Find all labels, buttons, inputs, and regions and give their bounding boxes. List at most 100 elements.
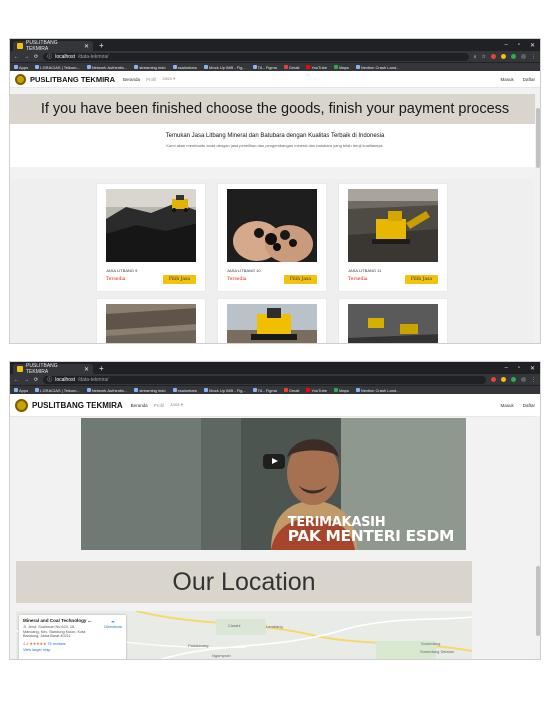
nav-beranda[interactable]: Beranda (131, 403, 148, 408)
bookmark-item[interactable]: Network Authentic... (86, 65, 127, 70)
extension-icon[interactable] (511, 377, 516, 382)
bookmark-item[interactable]: Gmail (283, 65, 299, 70)
bookmark-item[interactable]: YouTube (306, 388, 327, 393)
product-image-mine-excavator[interactable] (348, 189, 438, 262)
map-rating: 4.4 ★★★★★ 75 reviews (23, 642, 66, 647)
reviews-link[interactable]: 75 reviews (47, 642, 65, 646)
availability-status: Tersedia (348, 277, 368, 282)
play-icon[interactable] (263, 454, 285, 469)
bookmark-item[interactable]: streaming indo (134, 65, 166, 70)
product-image-bulldozer[interactable] (227, 304, 317, 343)
tab-title: PUSLITBANG TEKMIRA (25, 363, 58, 375)
bookmark-item[interactable]: TA - Figma (252, 388, 277, 393)
product-image-excavators-night[interactable] (348, 304, 438, 343)
extension-icon[interactable] (501, 377, 506, 382)
bookmark-item[interactable]: TA - Figma (252, 65, 277, 70)
browser-tab[interactable]: PUSLITBANG TEKMIRA ✕ (13, 363, 93, 375)
menu-icon[interactable]: ⋮ (531, 377, 536, 383)
back-icon[interactable]: ← (14, 54, 19, 60)
map-place-label: Sumedang Selatan (420, 649, 455, 654)
brand-name[interactable]: PUSLITBANG TEKMIRA (32, 401, 123, 410)
bookmark-apps[interactable]: Apps (14, 388, 28, 393)
bookmark-item[interactable]: Network Authentic... (86, 388, 127, 393)
extension-icon[interactable] (511, 54, 516, 59)
bookmark-item[interactable]: Gmail (283, 388, 299, 393)
directions-button[interactable]: ➦ Directions (104, 619, 122, 629)
address-bar[interactable]: ⓘ localhost/data-tekmira/ (43, 52, 469, 61)
bookmark-item[interactable]: Nextion Crash Land... (355, 388, 400, 393)
nav-profil[interactable]: Profil (146, 77, 156, 82)
tab-favicon-icon (17, 366, 23, 372)
new-tab-icon[interactable]: + (99, 41, 104, 50)
embedded-google-map[interactable]: Cimahi Lembang Padalarang Ngamprah Sumed… (16, 611, 472, 659)
nav-jasa-dropdown[interactable]: Jasa ▾ (170, 402, 183, 408)
profile-avatar[interactable] (521, 54, 526, 59)
reload-icon[interactable]: ⟳ (34, 377, 38, 383)
tab-close-icon[interactable]: ✕ (84, 366, 89, 373)
video-caption: TERIMAKASIH PAK MENTERI ESDM (287, 516, 455, 545)
nav-profil[interactable]: Profil (154, 403, 164, 408)
bookmark-item[interactable]: Mock Up IMB - Fig... (204, 388, 246, 393)
pilih-jasa-button[interactable]: Pilih Jasa (162, 275, 196, 284)
bookmark-item[interactable]: I-GRACIAS | Telkom... (35, 388, 80, 393)
product-image-open-pit[interactable] (106, 304, 196, 343)
bookmark-item[interactable]: Maps (334, 388, 349, 393)
back-icon[interactable]: ← (14, 377, 19, 383)
pilih-jasa-button[interactable]: Pilih Jasa (283, 275, 317, 284)
nav-jasa-dropdown[interactable]: Jasa ▾ (162, 76, 175, 82)
extension-icon[interactable] (501, 54, 506, 59)
product-image-coal-hands[interactable] (227, 189, 317, 262)
forward-icon[interactable]: → (24, 377, 29, 383)
maximize-icon[interactable]: ▫ (518, 365, 520, 372)
minimize-icon[interactable]: – (504, 42, 507, 49)
minimize-icon[interactable]: – (504, 365, 507, 372)
url-host: localhost (55, 53, 75, 60)
extension-icon[interactable] (491, 54, 496, 59)
tekmira-logo[interactable] (15, 398, 28, 412)
new-tab-icon[interactable]: + (99, 364, 104, 373)
scrollbar-thumb[interactable] (535, 108, 540, 168)
brand-name[interactable]: PUSLITBANG TEKMIRA (30, 75, 115, 84)
page-scrollbar[interactable] (535, 88, 540, 343)
screenshot-home-page: PUSLITBANG TEKMIRA ✕ + – ▫ ✕ ← → ⟳ ⓘ loc… (9, 361, 541, 660)
pilih-jasa-button[interactable]: Pilih Jasa (404, 275, 438, 284)
product-image-coal-pile[interactable] (106, 189, 196, 262)
search-icon[interactable]: ⌕ (474, 54, 477, 60)
bookmark-item[interactable]: Nextion Crash Land... (355, 65, 400, 70)
bookmark-item[interactable]: YouTube (306, 65, 327, 70)
bookmark-item[interactable]: Maps (334, 65, 349, 70)
browser-tab-bar: PUSLITBANG TEKMIRA ✕ + – ▫ ✕ (10, 362, 540, 375)
bookmark-item[interactable]: streaming indo (134, 388, 166, 393)
bookmark-item[interactable]: xsalonbaru (172, 388, 197, 393)
view-larger-map-link[interactable]: View larger map (23, 648, 122, 652)
nav-beranda[interactable]: Beranda (123, 77, 140, 82)
video-caption-line-2: PAK MENTERI ESDM (287, 527, 455, 545)
extension-icon[interactable] (491, 377, 496, 382)
page-scrollbar[interactable] (535, 416, 540, 659)
forward-icon[interactable]: → (24, 54, 29, 60)
daftar-link[interactable]: Daftar (523, 403, 535, 408)
tekmira-logo[interactable] (15, 73, 26, 85)
profile-avatar[interactable] (521, 377, 526, 382)
bookmarks-bar: Apps I-GRACIAS | Telkom... Network Authe… (10, 385, 540, 394)
menu-icon[interactable]: ⋮ (531, 54, 536, 60)
youtube-video-player[interactable]: TERIMAKASIH PAK MENTERI ESDM (81, 418, 466, 550)
masuk-link[interactable]: Masuk (500, 77, 513, 82)
address-bar[interactable]: ⓘ localhost/data-tekmira/ (43, 375, 486, 384)
scrollbar-thumb[interactable] (535, 566, 540, 636)
bookmark-item[interactable]: I-GRACIAS | Telkom... (35, 65, 80, 70)
star-icon[interactable]: ☆ (482, 54, 486, 60)
masuk-link[interactable]: Masuk (500, 403, 513, 408)
close-window-icon[interactable]: ✕ (530, 365, 535, 372)
close-window-icon[interactable]: ✕ (530, 42, 535, 49)
reload-icon[interactable]: ⟳ (34, 54, 38, 60)
bookmark-item[interactable]: xsalonbaru (172, 65, 197, 70)
tab-close-icon[interactable]: ✕ (84, 43, 89, 50)
bookmark-apps[interactable]: Apps (14, 65, 28, 70)
browser-toolbar: ← → ⟳ ⓘ localhost/data-tekmira/ ⋮ (10, 374, 540, 385)
daftar-link[interactable]: Daftar (523, 77, 535, 82)
bookmark-item[interactable]: Mock Up IMB - Fig... (204, 65, 246, 70)
maximize-icon[interactable]: ▫ (518, 42, 520, 49)
browser-tab[interactable]: PUSLITBANG TEKMIRA ✕ (13, 40, 93, 52)
apps-icon (14, 65, 18, 70)
